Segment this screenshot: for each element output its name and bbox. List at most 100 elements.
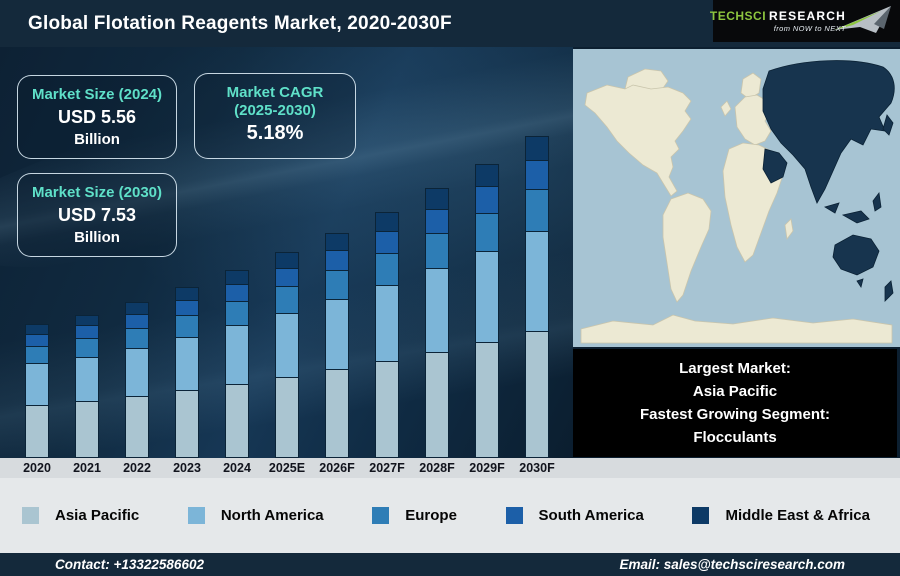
axis-label-2021: 2021 — [73, 461, 101, 475]
bar-segment-south-america — [425, 209, 449, 234]
stacked-bar-2020 — [25, 323, 49, 458]
bar-segment-north-america — [425, 269, 449, 353]
bar-column-2024 — [212, 270, 262, 458]
logo-text: TechSci Research from NOW to NEXT — [710, 9, 846, 33]
largest-market-value: Asia Pacific — [692, 382, 778, 400]
bar-segment-north-america — [75, 357, 99, 403]
stacked-bar-chart — [0, 135, 573, 458]
bar-segment-middle-east-africa — [175, 287, 199, 301]
bar-segment-asia-pacific — [75, 402, 99, 458]
bar-segment-south-america — [325, 250, 349, 272]
bar-segment-middle-east-africa — [525, 135, 549, 162]
bar-segment-europe — [25, 346, 49, 365]
legend-item-north-america: North America — [187, 507, 324, 524]
bar-segment-south-america — [175, 300, 199, 316]
bar-column-2020 — [12, 323, 62, 458]
bar-segment-europe — [425, 233, 449, 270]
stacked-bar-2029f — [475, 163, 499, 458]
stacked-bar-2024 — [225, 270, 249, 458]
market-highlight-box: Largest Market: Asia Pacific Fastest Gro… — [573, 349, 897, 457]
legend-label-south-america: South America — [538, 507, 644, 524]
bar-segment-europe — [125, 328, 149, 350]
axis-label-2027f: 2027F — [369, 461, 405, 475]
fastest-segment-value: Flocculants — [693, 429, 777, 447]
legend-swatch-europe — [372, 507, 390, 524]
bar-column-2021 — [62, 314, 112, 458]
stacked-bar-2021 — [75, 314, 99, 458]
x-axis-strip: 2020 2021 2022 2023 2024 2025E 2026F 2027F 2028F… — [0, 458, 900, 478]
legend-item-south-america: South America — [505, 507, 644, 524]
bar-segment-north-america — [325, 300, 349, 371]
bar-segment-europe — [175, 315, 199, 339]
axis-label-2024: 2024 — [223, 461, 251, 475]
bar-column-2026f — [312, 233, 362, 458]
bar-column-2027f — [362, 211, 412, 458]
bar-segment-north-america — [475, 251, 499, 344]
bar-segment-south-america — [375, 231, 399, 254]
legend-label-europe: Europe — [405, 507, 457, 524]
legend-area: Asia Pacific North America Europe South Ame… — [0, 478, 900, 553]
footer-contact: Contact: +13322586602 — [55, 557, 204, 572]
legend-item-asia-pacific: Asia Pacific — [22, 507, 139, 524]
stacked-bar-2023 — [175, 287, 199, 458]
bar-column-2022 — [112, 302, 162, 458]
stat-label: Market CAGR (2025-2030) — [226, 84, 324, 119]
bar-segment-middle-east-africa — [225, 270, 249, 286]
stacked-bar-2028f — [425, 188, 449, 458]
bar-segment-europe — [75, 339, 99, 358]
axis-label-2023: 2023 — [173, 461, 201, 475]
bar-segment-middle-east-africa — [125, 302, 149, 315]
right-column: Largest Market: Asia Pacific Fastest Gro… — [573, 47, 900, 458]
axis-label-2025e: 2025E — [268, 461, 306, 475]
bar-segment-middle-east-africa — [425, 188, 449, 210]
bar-segment-south-america — [225, 285, 249, 303]
footer-email: Email: sales@techsciresearch.com — [619, 557, 845, 572]
bar-column-2028f — [412, 188, 462, 458]
chart-legend: Asia Pacific North America Europe South Ame… — [0, 507, 900, 524]
world-map — [573, 49, 900, 347]
axis-label-2028f: 2028F — [419, 461, 455, 475]
bar-segment-asia-pacific — [325, 370, 349, 458]
legend-swatch-middle-east-africa — [692, 507, 710, 524]
bar-segment-europe — [225, 302, 249, 327]
legend-swatch-south-america — [505, 507, 523, 524]
bar-segment-south-america — [125, 314, 149, 329]
legend-item-europe: Europe — [372, 507, 457, 524]
bar-segment-north-america — [175, 338, 199, 392]
stat-value: USD 5.56 — [57, 107, 137, 128]
logo-brand-research: Research — [769, 9, 846, 23]
bar-segment-middle-east-africa — [325, 233, 349, 251]
bar-segment-asia-pacific — [125, 397, 149, 458]
bar-segment-middle-east-africa — [475, 163, 499, 188]
axis-label-2020: 2020 — [23, 461, 51, 475]
bar-segment-europe — [475, 213, 499, 252]
stacked-bar-2022 — [125, 302, 149, 458]
techsci-logo: TechSci Research from NOW to NEXT — [710, 0, 900, 42]
bar-segment-asia-pacific — [425, 352, 449, 458]
map-container — [573, 47, 900, 347]
bar-segment-south-america — [25, 334, 49, 347]
bar-column-2030f — [512, 135, 562, 458]
bar-segment-north-america — [525, 232, 549, 333]
axis-label-2022: 2022 — [123, 461, 151, 475]
bar-segment-europe — [275, 287, 299, 315]
bar-segment-asia-pacific — [525, 332, 549, 458]
bar-segment-asia-pacific — [375, 362, 399, 458]
stacked-bar-2027f — [375, 211, 399, 458]
chart-panel: Market Size (2024) USD 5.56 Billion Mark… — [0, 47, 573, 458]
bar-segment-north-america — [275, 314, 299, 378]
bar-segment-europe — [325, 271, 349, 301]
axis-label-2026f: 2026F — [319, 461, 355, 475]
infographic-root: Global Flotation Reagents Market, 2020-2… — [0, 0, 900, 576]
bar-segment-asia-pacific — [475, 343, 499, 458]
bar-column-2029f — [462, 163, 512, 458]
axis-label-2030f: 2030F — [519, 461, 555, 475]
bar-column-2025e — [262, 252, 312, 458]
bar-segment-south-america — [475, 187, 499, 214]
fastest-segment-label: Fastest Growing Segment: — [639, 406, 831, 423]
bar-segment-europe — [525, 190, 549, 233]
bar-segment-europe — [375, 253, 399, 286]
bar-segment-north-america — [225, 326, 249, 385]
bar-segment-middle-east-africa — [75, 314, 99, 327]
bar-segment-middle-east-africa — [375, 211, 399, 232]
